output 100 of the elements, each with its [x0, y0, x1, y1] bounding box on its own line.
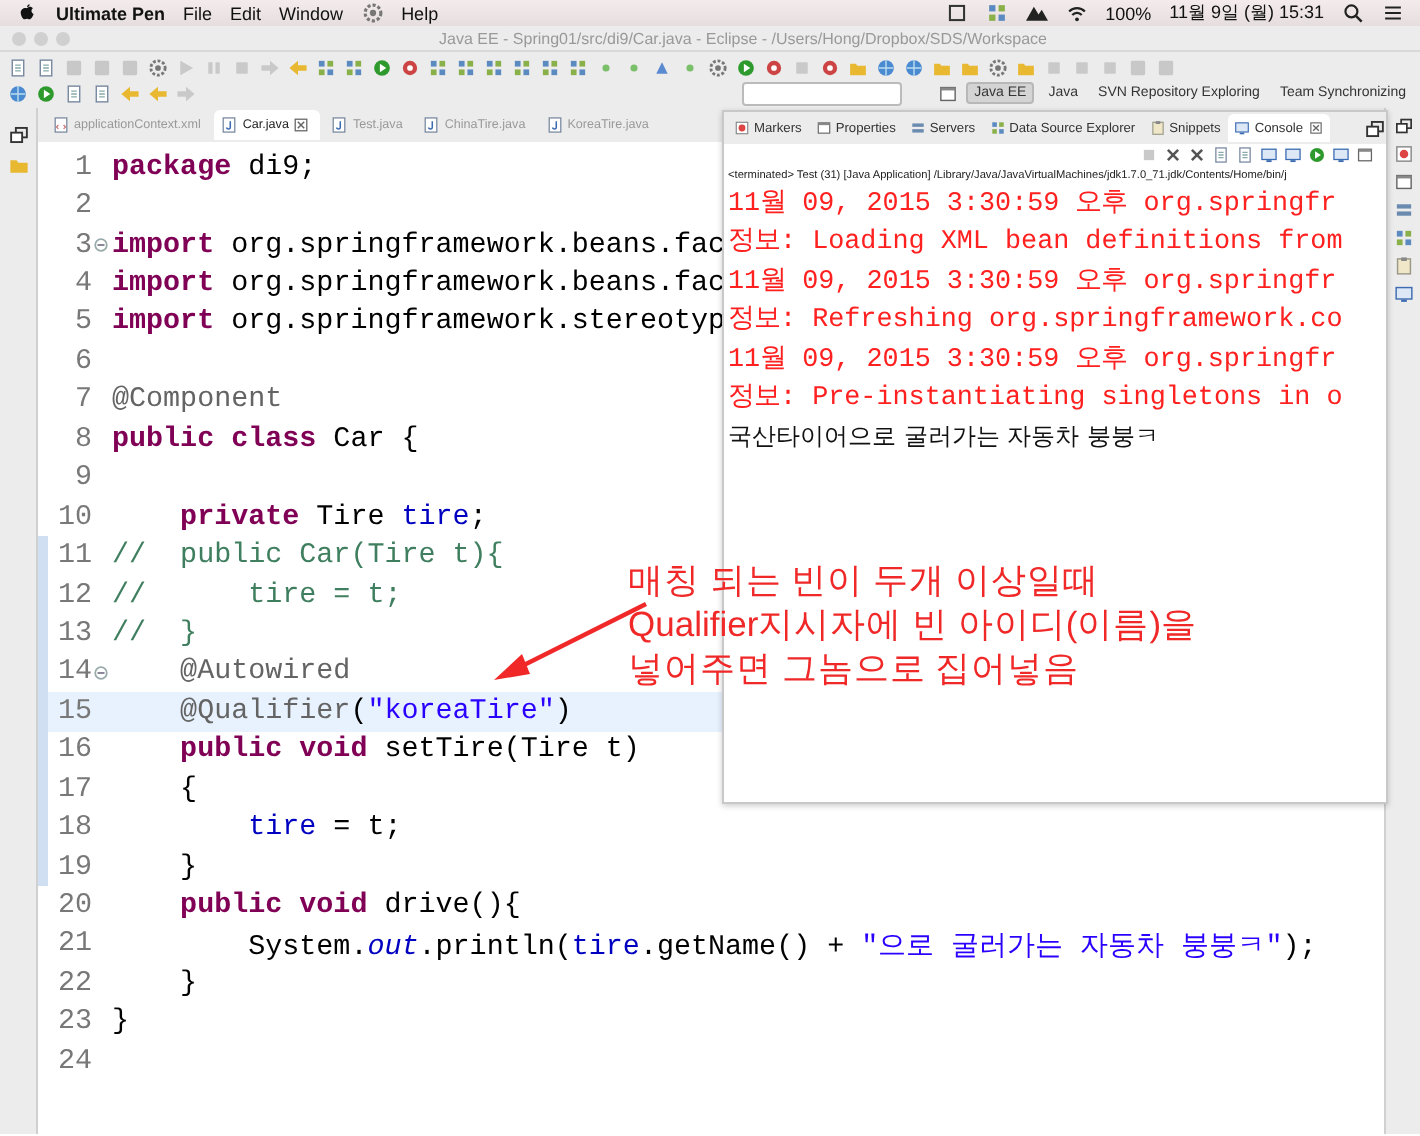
restore-icon[interactable]: [1393, 116, 1413, 136]
line-number: 8: [72, 423, 92, 456]
servers-icon[interactable]: [1393, 200, 1413, 220]
file-icon[interactable]: [545, 116, 564, 134]
grid-icon[interactable]: [540, 57, 560, 77]
code-line: package di9;: [110, 151, 317, 184]
properties-icon[interactable]: [1393, 172, 1413, 192]
menu-item[interactable]: Edit: [230, 3, 262, 23]
globe-icon[interactable]: [8, 83, 28, 103]
file-icon[interactable]: [330, 116, 349, 134]
view-icon[interactable]: [734, 120, 750, 136]
terminate-icon[interactable]: [1140, 146, 1158, 164]
help-menu[interactable]: Help: [401, 3, 439, 23]
run-icon[interactable]: [736, 57, 756, 77]
grid-icon[interactable]: [344, 57, 364, 77]
line-number: 1: [72, 151, 92, 184]
file-icon[interactable]: [52, 116, 70, 134]
code-line: // tire = t;: [110, 579, 402, 612]
console-icon[interactable]: [1393, 284, 1413, 304]
open-perspective-icon[interactable]: [938, 83, 959, 103]
grid-icon[interactable]: [512, 57, 532, 77]
menu-item[interactable]: Window: [279, 3, 344, 23]
code-line: public class Car {: [110, 423, 419, 456]
line-number: 9: [72, 462, 92, 495]
code-line: public void setTire(Tire t): [178, 734, 640, 767]
view-icon[interactable]: [909, 120, 926, 136]
battery-level: 100%: [1105, 3, 1152, 23]
new-document-icon[interactable]: [36, 57, 56, 77]
square-icon[interactable]: [945, 2, 968, 24]
folder-icon[interactable]: [7, 154, 29, 176]
remove-all-icon[interactable]: [1188, 146, 1206, 164]
line-number: 7: [72, 384, 92, 417]
line-number: 5: [72, 306, 92, 339]
code-line: }: [178, 967, 198, 1000]
apple-icon[interactable]: [16, 2, 38, 24]
view-icon[interactable]: [1149, 120, 1166, 136]
grid-icon[interactable]: [456, 57, 476, 77]
app-name[interactable]: Ultimate Pen: [56, 3, 166, 23]
markers-icon[interactable]: [1393, 144, 1413, 164]
close-icon[interactable]: [1307, 120, 1324, 136]
code-line: import org.springframework.beans.fac: [110, 268, 726, 301]
console-line: 11월 09, 2015 3:30:59 오후 org.springfr: [728, 343, 1339, 380]
globe-icon[interactable]: [876, 57, 896, 77]
close-icon[interactable]: [292, 116, 311, 134]
annotation-text: 매칭 되는 빈이 두개 이상일때 Qualifier지시자에 빈 아이디(이름)을 넣어주면 그놈으로 집어넣음: [628, 558, 1198, 690]
debug-icon[interactable]: [400, 57, 420, 77]
line-number: 6: [72, 345, 92, 378]
code-line: import org.springframework.stereotyp: [110, 306, 726, 339]
console-icon[interactable]: [1332, 146, 1350, 164]
search-icon[interactable]: [1342, 2, 1364, 24]
file-icon[interactable]: [422, 116, 441, 134]
console-line: 정보: Loading XML bean definitions from: [728, 225, 1345, 263]
restore-icon[interactable]: [1364, 117, 1386, 139]
line-number: 12: [55, 579, 92, 612]
snippets-icon[interactable]: [1393, 256, 1413, 276]
gear-icon[interactable]: [708, 57, 728, 77]
fold-icon[interactable]: [94, 238, 108, 253]
wifi-icon[interactable]: [1065, 2, 1088, 24]
line-number: 22: [55, 967, 92, 1000]
code-line: public void drive(){: [178, 890, 521, 923]
view-icon[interactable]: [815, 120, 832, 136]
window-title: Java EE - Spring01/src/di9/Car.java - Eclipse - /Users/Hong/Dropbox/SDS/Workspace: [437, 29, 1049, 47]
open-console-icon[interactable]: [1308, 146, 1326, 164]
grid-icon[interactable]: [985, 2, 1008, 24]
grid-icon[interactable]: [316, 57, 336, 77]
code-line: @Qualifier("koreaTire"): [178, 695, 572, 728]
grid-icon[interactable]: [428, 57, 448, 77]
menu-item[interactable]: File: [183, 3, 213, 23]
run-icon[interactable]: [372, 57, 392, 77]
grid-icon[interactable]: [568, 57, 588, 77]
line-number: 11: [55, 540, 92, 573]
debug-icon[interactable]: [764, 57, 784, 77]
step-back-icon[interactable]: [288, 57, 308, 77]
run-icon[interactable]: [36, 83, 56, 103]
data-source-icon[interactable]: [1393, 228, 1413, 248]
debug-icon[interactable]: [820, 57, 840, 77]
document-icon[interactable]: [64, 83, 84, 103]
new-console-icon[interactable]: [1356, 146, 1374, 164]
list-icon[interactable]: [1382, 2, 1404, 24]
view-icon[interactable]: [989, 120, 1006, 136]
fold-icon[interactable]: [94, 665, 108, 680]
view-icon[interactable]: [1234, 120, 1251, 136]
code-line: @Component: [110, 384, 283, 417]
new-document-icon[interactable]: [8, 57, 28, 77]
grid-icon[interactable]: [484, 57, 504, 77]
document-icon[interactable]: [92, 83, 112, 103]
file-icon[interactable]: [220, 116, 239, 134]
code-line: System.out.println(tire.getName() + "으로 굴러가는 자동차 붕붕ㅋ");: [246, 929, 1317, 964]
line-number: 19: [55, 851, 92, 884]
code-line: }: [110, 1006, 130, 1039]
restore-icon[interactable]: [7, 124, 29, 146]
gear-icon[interactable]: [988, 57, 1008, 77]
console-line: 정보: Refreshing org.springframework.co: [728, 303, 1345, 341]
line-number: 20: [55, 890, 92, 923]
triangle-icon[interactable]: [652, 57, 672, 77]
search-field[interactable]: [742, 81, 903, 105]
line-number: 10: [55, 501, 92, 534]
globe-icon[interactable]: [904, 57, 924, 77]
line-number: 17: [55, 773, 92, 806]
remove-icon[interactable]: [1164, 146, 1182, 164]
